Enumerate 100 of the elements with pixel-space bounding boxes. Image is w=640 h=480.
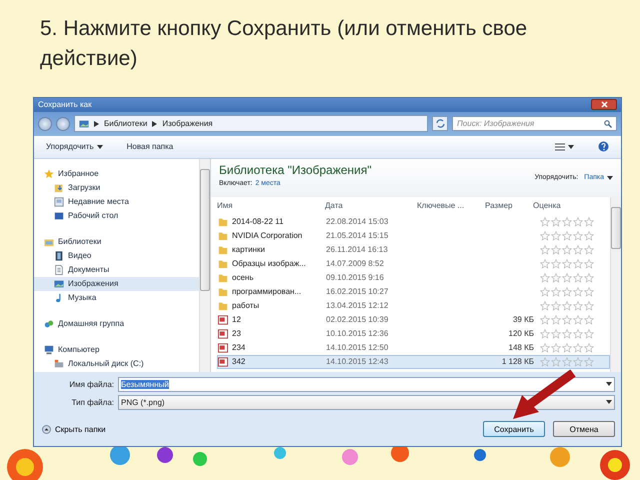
recent-places-icon <box>54 196 64 207</box>
back-button[interactable] <box>38 116 52 131</box>
organize-button[interactable]: Упорядочить <box>44 140 105 154</box>
column-header[interactable]: Оценка <box>533 201 599 210</box>
file-row[interactable]: 342 14.10.2015 12:43 1 128 КБ <box>217 354 610 369</box>
star-icon <box>540 286 550 297</box>
nav-item[interactable]: Библиотеки <box>34 234 199 249</box>
file-name: 342 <box>232 357 246 366</box>
column-header[interactable]: Ключевые ... <box>417 201 485 210</box>
breadcrumb[interactable]: Изображения <box>162 119 213 128</box>
search-icon <box>604 120 612 128</box>
file-row[interactable]: NVIDIA Corporation 21.05.2014 15:15 <box>217 228 610 243</box>
column-header[interactable]: Размер <box>485 201 533 210</box>
file-date: 09.10.2015 9:16 <box>326 273 385 282</box>
file-name: Образцы изображ... <box>232 259 306 268</box>
star-icon <box>573 230 583 241</box>
nav-item[interactable]: Локальный диск (C:) <box>34 356 199 371</box>
new-folder-button[interactable]: Новая папка <box>124 140 176 154</box>
file-row[interactable]: программирован... 16.02.2015 10:27 <box>217 284 610 299</box>
file-row[interactable]: работы 13.04.2015 12:12 <box>217 298 610 313</box>
nav-item[interactable]: Недавние места <box>34 194 199 209</box>
star-icon <box>584 356 594 367</box>
window-title: Сохранить как <box>38 100 93 110</box>
star-icon <box>584 314 594 325</box>
nav-item[interactable]: Компьютер <box>34 342 199 357</box>
file-row[interactable]: 234 14.10.2015 12:50 148 КБ <box>217 340 610 355</box>
star-icon <box>562 230 572 241</box>
folder-icon <box>218 230 228 241</box>
star-icon <box>551 356 561 367</box>
caret-icon <box>568 144 574 149</box>
star-icon <box>573 258 583 269</box>
scrollbar[interactable] <box>610 196 621 372</box>
address-bar[interactable]: Библиотеки Изображения <box>74 115 428 132</box>
file-name: 234 <box>232 343 246 352</box>
star-icon <box>551 286 561 297</box>
file-date: 14.10.2015 12:43 <box>326 357 390 366</box>
dialog-button[interactable]: Отмена <box>553 421 615 437</box>
file-date: 21.05.2014 15:15 <box>326 231 390 240</box>
column-header[interactable]: Дата <box>325 201 417 210</box>
close-icon <box>600 101 608 108</box>
file-row[interactable]: картинки 26.11.2014 16:13 <box>217 242 610 257</box>
scrollbar[interactable] <box>199 158 210 372</box>
nav-item[interactable]: Музыка <box>34 290 199 305</box>
column-header[interactable]: Имя <box>217 201 325 210</box>
star-icon <box>562 342 572 353</box>
file-date: 26.11.2014 16:13 <box>326 245 389 254</box>
file-name: 2014-08-22 11 <box>232 217 284 226</box>
file-row[interactable]: 23 10.10.2015 12:36 120 КБ <box>217 326 610 341</box>
folder-icon <box>218 286 228 297</box>
nav-item[interactable]: Документы <box>34 262 199 277</box>
refresh-button[interactable] <box>432 116 448 132</box>
hide-folders-button[interactable]: Скрыть папки <box>42 424 106 434</box>
file-row[interactable]: 12 02.02.2015 10:39 39 КБ <box>217 312 610 327</box>
breadcrumb[interactable]: Библиотеки <box>104 119 148 128</box>
help-button[interactable] <box>596 139 611 154</box>
image-file-icon <box>218 342 228 353</box>
star-icon <box>573 286 583 297</box>
dialog-button[interactable]: Сохранить <box>483 421 545 437</box>
desktop-icon <box>54 210 64 221</box>
filetype-label: Тип файла: <box>70 398 114 406</box>
image-file-icon <box>218 314 228 325</box>
star-icon <box>584 286 594 297</box>
nav-item[interactable]: Рабочий стол <box>34 208 199 223</box>
filetype-dropdown[interactable]: PNG (*.png) <box>118 394 615 410</box>
star-icon <box>551 328 561 339</box>
search-box[interactable]: Поиск: Изображения <box>452 116 617 132</box>
nav-item[interactable]: Загрузки <box>34 180 199 195</box>
nav-item[interactable]: Изображения <box>34 276 199 291</box>
star-icon <box>562 258 572 269</box>
file-date: 16.02.2015 10:27 <box>326 287 390 296</box>
star-icon <box>540 244 550 255</box>
star-icon <box>551 258 561 269</box>
nav-item[interactable]: Избранное <box>34 166 199 181</box>
homegroup-icon <box>44 318 54 329</box>
star-icon <box>584 300 594 311</box>
file-name: работы <box>232 301 260 310</box>
filename-field[interactable]: Безымянный <box>118 376 615 392</box>
file-row[interactable]: осень 09.10.2015 9:16 <box>217 270 610 285</box>
view-button[interactable] <box>553 140 576 153</box>
nav-item[interactable]: Домашняя группа <box>34 316 199 331</box>
star-icon <box>562 328 572 339</box>
file-row[interactable]: Образцы изображ... 14.07.2009 8:52 <box>217 256 610 271</box>
star-icon <box>562 286 572 297</box>
file-row[interactable]: 2014-08-22 11 22.08.2014 15:03 <box>217 214 610 229</box>
star-icon <box>540 258 550 269</box>
close-button[interactable] <box>591 99 617 110</box>
image-file-icon <box>218 328 228 339</box>
document-icon <box>54 264 64 275</box>
nav-item[interactable]: Видео <box>34 248 199 263</box>
file-date: 02.02.2015 10:39 <box>326 315 390 324</box>
picture-icon <box>79 118 89 129</box>
list-view-icon <box>555 142 565 151</box>
star-icon <box>540 328 550 339</box>
forward-button[interactable] <box>56 116 70 131</box>
chevron-icon <box>152 120 158 127</box>
star-icon <box>562 300 572 311</box>
computer-icon <box>44 344 54 355</box>
file-date: 14.07.2009 8:52 <box>326 259 385 268</box>
star-icon <box>562 272 572 283</box>
search-field[interactable]: Поиск: Изображения <box>457 119 604 128</box>
